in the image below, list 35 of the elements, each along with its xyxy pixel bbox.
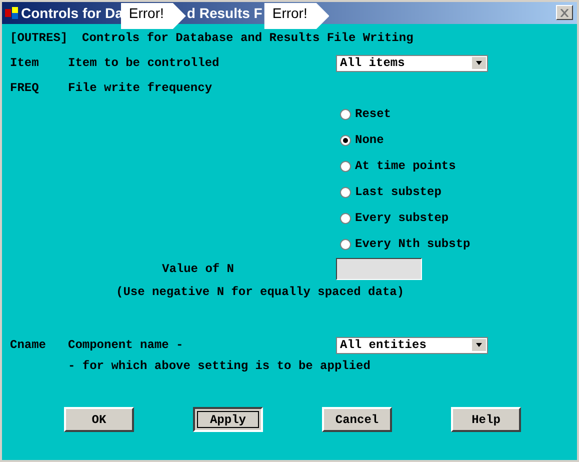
field-code: FREQ [10,81,40,95]
radio-button[interactable] [340,212,351,224]
field-code: Item [10,56,40,70]
radio-option[interactable]: None [340,127,571,153]
dialog-button[interactable]: Apply [193,407,263,432]
radio-option[interactable]: At time points [340,153,571,179]
component-dropdown[interactable]: All entities [336,336,488,354]
radio-button[interactable] [340,186,351,198]
radio-button[interactable] [340,238,351,250]
field-label: Component name - [68,338,184,352]
dialog-button[interactable]: OK [64,407,134,432]
field-label: Item to be controlled [68,56,220,70]
close-icon [560,8,569,16]
radio-option[interactable]: Reset [340,101,571,127]
window-title: d Results F [186,5,262,21]
dialog-heading: [OUTRES] Controls for Database and Results File Writing [10,31,414,47]
radio-button[interactable] [340,134,351,146]
radio-option[interactable]: Every Nth substp [340,231,571,257]
radio-button[interactable] [340,160,351,172]
app-icon [5,7,19,19]
input-field[interactable] [336,258,422,280]
dialog-button[interactable]: Cancel [322,407,392,432]
field-label: Value of N [162,262,236,276]
error-callout: Error! [120,3,186,29]
dialog-button[interactable]: Help [451,407,521,432]
field-note: - for which above setting is to be applied [68,358,372,375]
radio-option[interactable]: Every substep [340,205,571,231]
close-button[interactable] [556,5,573,20]
radio-button[interactable] [340,108,351,120]
field-code: Cname [10,338,48,352]
hint-text: (Use negative N for equally spaced data) [116,284,406,301]
error-callout: Error! [264,3,330,29]
field-label: File write frequency [68,81,214,95]
radio-option[interactable]: Last substep [340,179,571,205]
item-dropdown[interactable]: All items [336,54,488,72]
